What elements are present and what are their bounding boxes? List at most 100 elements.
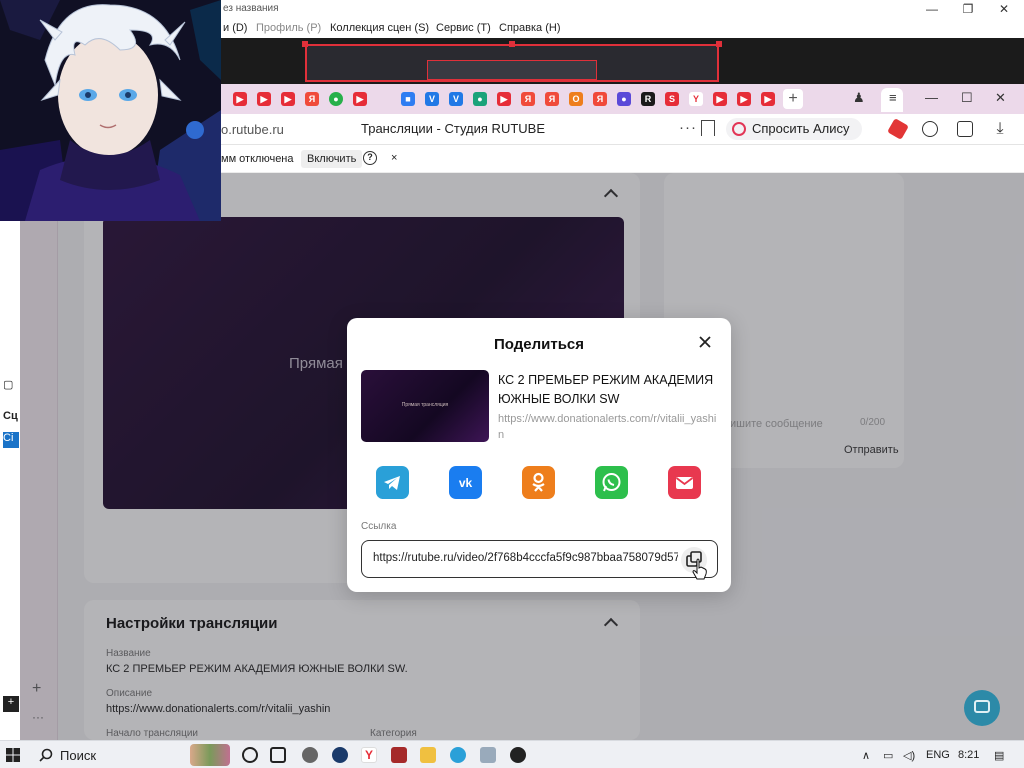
obs-maximize-button[interactable]: ❐: [950, 0, 986, 19]
taskbar: Поиск Y ∧ ▭ ◁) ENG 8:21 ▤: [0, 740, 1024, 768]
url-text[interactable]: o.rutube.ru: [221, 122, 284, 137]
extensions-icon[interactable]: [957, 121, 973, 137]
yandex-browser-app-icon[interactable]: Y: [361, 747, 377, 763]
obs-preview-source[interactable]: [305, 44, 719, 82]
youtube-tab-icon[interactable]: ▶: [497, 92, 511, 106]
vk-tab-icon[interactable]: V: [449, 92, 463, 106]
obs-menu-item-scenes[interactable]: Коллекция сцен (S): [330, 22, 429, 34]
youtube-tab-icon[interactable]: ▶: [257, 92, 271, 106]
obs-menu-item[interactable]: и (D): [223, 22, 247, 34]
obs-menu-item-help[interactable]: Справка (H): [499, 22, 560, 34]
obs-close-button[interactable]: ✕: [986, 0, 1022, 19]
info-bar: мм отключена Включить ? ×: [221, 146, 1024, 173]
svg-text:vk: vk: [459, 476, 473, 490]
infobar-text: мм отключена: [221, 153, 294, 165]
settings-app-icon[interactable]: [302, 747, 318, 763]
bookmark-icon[interactable]: [701, 120, 715, 136]
cortana-icon[interactable]: [242, 747, 258, 763]
rutube-tab-icon[interactable]: S: [665, 92, 679, 106]
site-tab-icon[interactable]: ●: [473, 92, 487, 106]
minimize-button[interactable]: —: [925, 90, 938, 105]
telegram-icon: [384, 476, 400, 490]
add-icon[interactable]: +: [3, 696, 19, 712]
notifications-icon[interactable]: ▤: [994, 749, 1004, 762]
chat-bubble-icon: [974, 700, 990, 713]
message-tab-icon[interactable]: ■: [401, 92, 415, 106]
email-share-button[interactable]: [668, 466, 701, 499]
task-view-icon[interactable]: [270, 747, 286, 763]
infobar-close-icon[interactable]: ×: [391, 152, 397, 164]
keyboard-language[interactable]: ENG: [926, 749, 950, 761]
chat-tab-icon[interactable]: ●: [329, 92, 343, 106]
youtube-tab-icon[interactable]: ▶: [713, 92, 727, 106]
obs-minimize-button[interactable]: —: [914, 0, 950, 19]
vk-tab-icon[interactable]: V: [425, 92, 439, 106]
close-button[interactable]: ✕: [995, 90, 1006, 106]
telegram-share-button[interactable]: [376, 466, 409, 499]
app-icon[interactable]: [480, 747, 496, 763]
menu-icon[interactable]: ≡: [889, 90, 897, 105]
video-description-url: https://www.donationalerts.com/r/vitalii…: [498, 413, 717, 441]
youtube-tab-icon[interactable]: ▶: [281, 92, 295, 106]
share-dialog: Поделиться Прямая трансляция КС 2 ПРЕМЬЕ…: [347, 318, 731, 592]
site-tab-icon[interactable]: ●: [617, 92, 631, 106]
yandex-tab-icon[interactable]: Я: [545, 92, 559, 106]
help-icon[interactable]: ?: [363, 151, 377, 165]
alisa-button[interactable]: Спросить Алису AI: [726, 118, 862, 158]
browser-tab-strip: ▶ ▶ ▶ Я ● ▶ ■ V V ● ▶ Я Я О Я ● R S Y ▶ …: [221, 84, 1024, 114]
resize-handle[interactable]: [509, 41, 515, 47]
download-icon[interactable]: ⤓: [992, 121, 1008, 137]
support-chat-button[interactable]: [964, 690, 1000, 726]
telegram-app-icon[interactable]: [450, 747, 466, 763]
yandex-tab-icon[interactable]: Я: [593, 92, 607, 106]
link-label: Ссылка: [361, 521, 397, 532]
youtube-tab-icon[interactable]: ▶: [737, 92, 751, 106]
share-link-value[interactable]: https://rutube.ru/video/2f768b4cccfa5f9c…: [373, 552, 678, 564]
windows-start-icon[interactable]: [6, 748, 20, 762]
resize-handle[interactable]: [302, 41, 308, 47]
enable-button[interactable]: Включить: [301, 150, 363, 168]
obs-menu-item-profile[interactable]: Профиль (P): [256, 22, 321, 34]
site-tab-icon[interactable]: R: [641, 92, 655, 106]
youtube-tab-icon[interactable]: ▶: [233, 92, 247, 106]
resize-handle[interactable]: [716, 41, 722, 47]
more-icon[interactable]: ···: [679, 119, 697, 136]
network-icon[interactable]: ▭: [883, 749, 893, 762]
video-thumbnail: Прямая трансляция: [361, 370, 489, 442]
address-bar: o.rutube.ru Трансляции - Студия RUTUBE ·…: [221, 114, 1024, 158]
extension-icon[interactable]: [887, 118, 909, 140]
odnoklassniki-share-button[interactable]: [522, 466, 555, 499]
maximize-button[interactable]: ☐: [961, 90, 973, 106]
tray-chevron-icon[interactable]: ∧: [862, 749, 870, 762]
yandex-tab-icon[interactable]: Я: [305, 92, 319, 106]
ok-tab-icon[interactable]: О: [569, 92, 583, 106]
share-link-field[interactable]: https://rutube.ru/video/2f768b4cccfa5f9c…: [361, 540, 718, 578]
share-dialog-title: Поделиться: [493, 336, 585, 353]
window-icon: ▢: [3, 379, 14, 391]
taskbar-search[interactable]: Поиск: [30, 741, 230, 768]
email-icon: [675, 477, 694, 489]
clock[interactable]: 8:21: [958, 749, 979, 761]
file-explorer-app-icon[interactable]: [420, 747, 436, 763]
vk-icon: vk: [459, 476, 473, 490]
obs-preview[interactable]: [221, 38, 1024, 84]
whatsapp-share-button[interactable]: [595, 466, 628, 499]
whatsapp-icon: [602, 473, 621, 492]
volume-icon[interactable]: ◁): [903, 749, 915, 762]
background-window-edge: ▢ Сц Сi +: [0, 220, 20, 740]
new-tab-button[interactable]: +: [783, 89, 803, 109]
close-icon[interactable]: [697, 334, 713, 350]
youtube-tab-icon[interactable]: ▶: [761, 92, 775, 106]
yandex-tab-icon[interactable]: Y: [689, 92, 703, 106]
yandex-tab-icon[interactable]: Я: [521, 92, 535, 106]
vk-share-button[interactable]: vk: [449, 466, 482, 499]
search-icon: [39, 748, 53, 762]
app-icon[interactable]: [391, 747, 407, 763]
odnoklassniki-icon: [532, 472, 545, 492]
obs-menu-item-tools[interactable]: Сервис (T): [436, 22, 491, 34]
youtube-tab-icon[interactable]: ▶: [353, 92, 367, 106]
profile-icon[interactable]: ♟: [853, 90, 865, 106]
media-icon[interactable]: [922, 121, 938, 137]
obs-app-icon[interactable]: [510, 747, 526, 763]
steam-app-icon[interactable]: [332, 747, 348, 763]
